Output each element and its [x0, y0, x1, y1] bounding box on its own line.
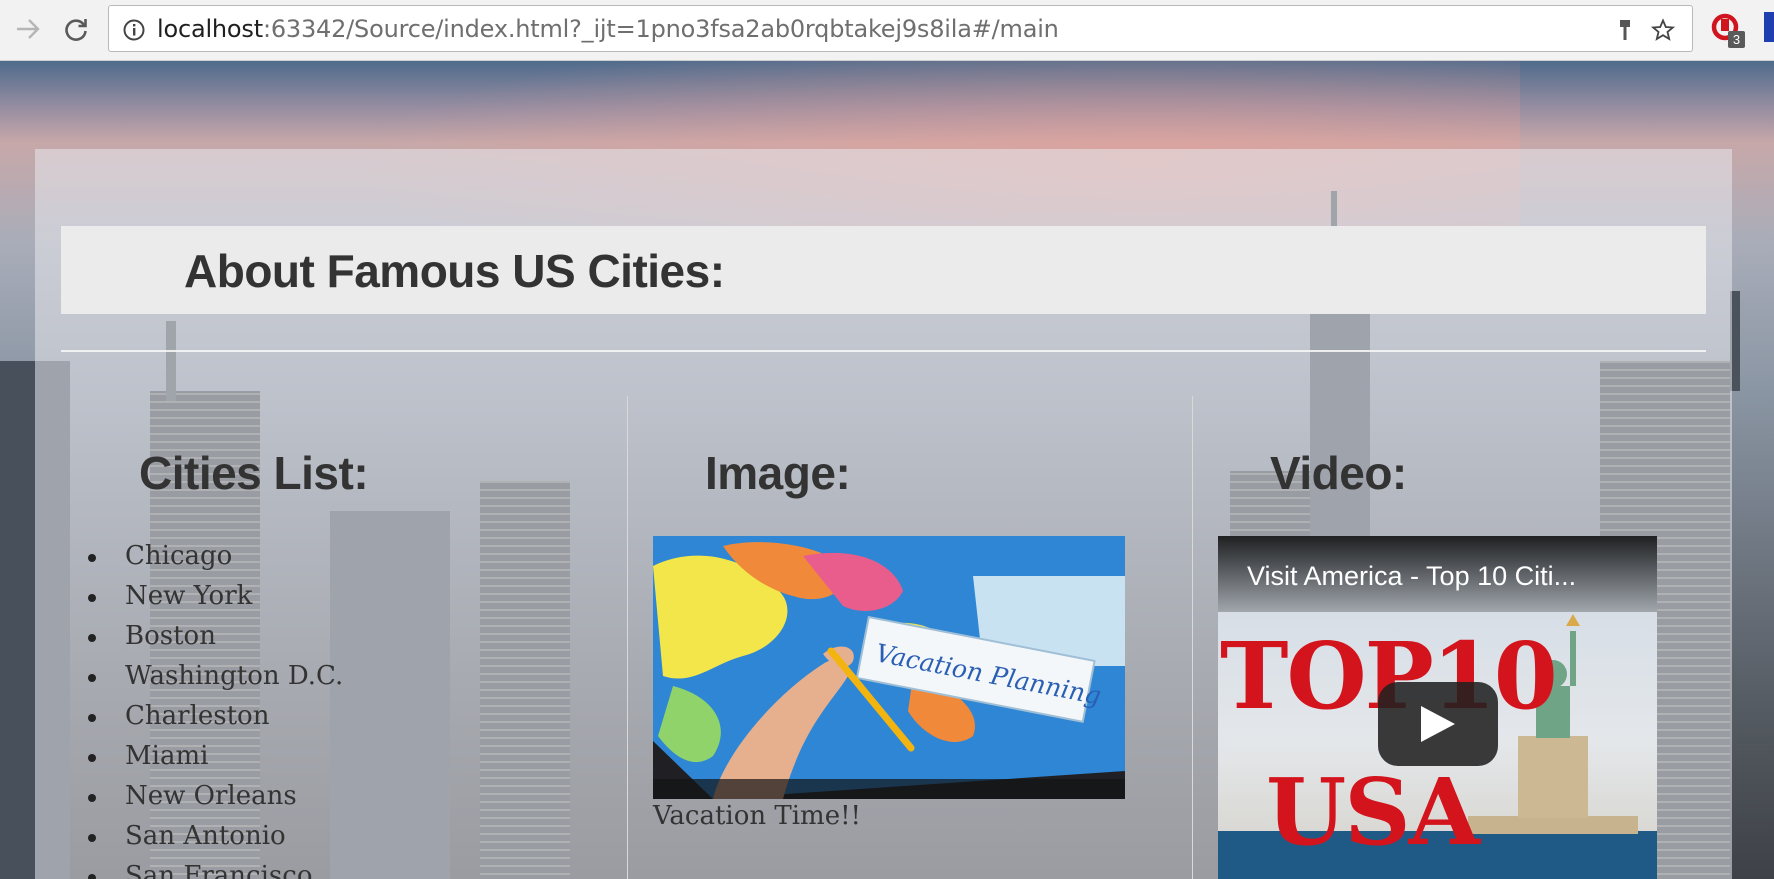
list-item: Washington D.C. — [85, 658, 343, 698]
list-item: Chicago — [85, 538, 343, 578]
video-title[interactable]: Visit America - Top 10 Citi... — [1247, 561, 1576, 592]
back-icon — [17, 19, 40, 39]
image-heading: Image: — [705, 447, 851, 499]
list-item: San Antonio — [85, 818, 343, 858]
browser-toolbar: localhost:63342/Source/index.html?_ijt=1… — [0, 0, 1774, 61]
play-icon — [1421, 706, 1455, 742]
info-icon[interactable] — [123, 19, 145, 41]
column-divider-2 — [1192, 396, 1193, 879]
star-icon[interactable] — [1651, 18, 1675, 42]
list-item: Boston — [85, 618, 343, 658]
video-heading: Video: — [1270, 447, 1407, 499]
profile-edge[interactable] — [1764, 12, 1774, 42]
video-player[interactable]: TOP10 USA Visit America - Top 10 Citi... — [1218, 536, 1657, 879]
list-item: New York — [85, 578, 343, 618]
list-item: San Francisco — [85, 858, 343, 879]
vacation-image: Vacation Planning — [653, 536, 1125, 799]
list-item: New Orleans — [85, 778, 343, 818]
reload-button[interactable] — [59, 12, 93, 46]
url-path: :63342/Source/index.html?_ijt=1pno3fsa2a… — [262, 15, 1059, 43]
header-divider — [61, 350, 1706, 352]
address-bar[interactable]: localhost:63342/Source/index.html?_ijt=1… — [108, 5, 1693, 52]
image-caption: Vacation Time!! — [653, 801, 861, 831]
url-host: localhost — [157, 15, 263, 43]
url-text[interactable]: localhost:63342/Source/index.html?_ijt=1… — [157, 16, 1059, 43]
column-divider-1 — [627, 396, 628, 879]
play-button[interactable] — [1378, 682, 1498, 766]
cities-list-heading: Cities List: — [139, 447, 369, 499]
key-icon[interactable] — [1613, 18, 1637, 42]
page-title: About Famous US Cities: — [184, 245, 725, 297]
reload-icon — [65, 19, 87, 41]
map-illustration: Vacation Planning — [653, 536, 1125, 799]
video-thumb-line2: USA — [1266, 758, 1480, 866]
list-item: Miami — [85, 738, 343, 778]
list-item: Charleston — [85, 698, 343, 738]
cities-list: Chicago New York Boston Washington D.C. … — [85, 538, 343, 879]
extension-badge: 3 — [1728, 31, 1745, 48]
back-button[interactable] — [11, 12, 45, 46]
